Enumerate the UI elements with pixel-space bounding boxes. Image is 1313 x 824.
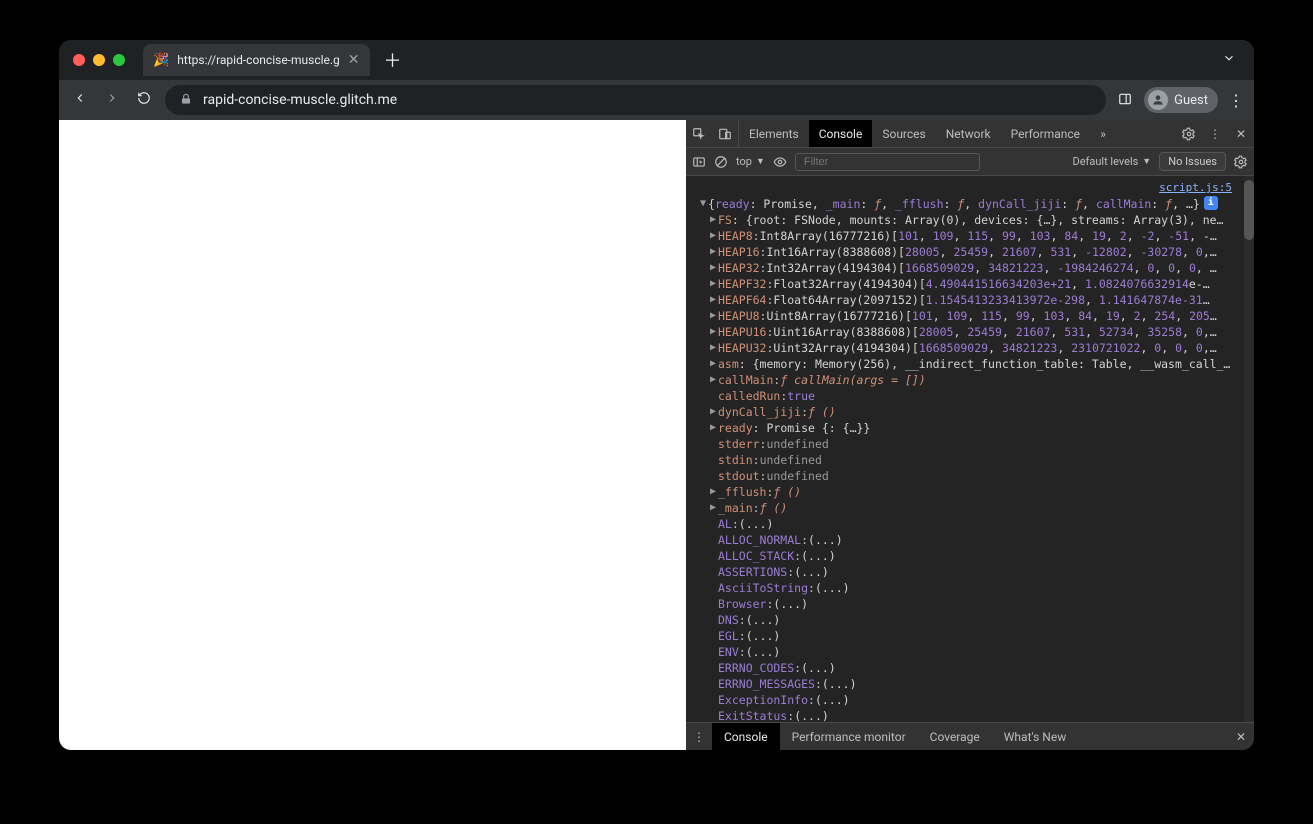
info-badge-icon: i <box>1204 196 1218 210</box>
object-property-row[interactable]: ALLOC_NORMAL: (...) <box>694 532 1244 548</box>
window-controls <box>73 54 125 66</box>
filter-input[interactable] <box>795 153 980 171</box>
live-expression-button[interactable] <box>773 155 787 169</box>
devtools-drawer: ⋮ ConsolePerformance monitorCoverageWhat… <box>686 722 1254 750</box>
inspect-element-button[interactable] <box>686 120 712 147</box>
object-property-row[interactable]: HEAPF32: Float32Array(4194304) [4.490441… <box>694 276 1244 292</box>
browser-tab[interactable]: 🎉 https://rapid-concise-muscle.g ✕ <box>143 44 370 76</box>
object-property-row[interactable]: stderr: undefined <box>694 436 1244 452</box>
drawer-tab-performance-monitor[interactable]: Performance monitor <box>780 723 918 750</box>
browser-window: 🎉 https://rapid-concise-muscle.g ✕ ＋ rap… <box>59 40 1254 750</box>
context-selector[interactable]: top ▼ <box>736 155 765 168</box>
devtools-tab-network[interactable]: Network <box>936 120 1001 147</box>
object-property-row[interactable]: ERRNO_CODES: (...) <box>694 660 1244 676</box>
object-property-row[interactable]: _fflush: ƒ () <box>694 484 1244 500</box>
console-toolbar: top ▼ Default levels ▼ No Issues <box>686 148 1254 176</box>
object-property-row[interactable]: HEAP16: Int16Array(8388608) [28005, 2545… <box>694 244 1244 260</box>
clear-console-button[interactable] <box>714 155 728 169</box>
favicon-icon: 🎉 <box>153 53 169 68</box>
object-property-row[interactable]: ASSERTIONS: (...) <box>694 564 1244 580</box>
object-property-row[interactable]: HEAPU32: Uint32Array(4194304) [166850902… <box>694 340 1244 356</box>
log-levels-selector[interactable]: Default levels ▼ <box>1072 155 1151 168</box>
tab-strip: 🎉 https://rapid-concise-muscle.g ✕ ＋ <box>59 40 1254 80</box>
object-property-row[interactable]: DNS: (...) <box>694 612 1244 628</box>
sidepanel-button[interactable] <box>1116 91 1134 110</box>
avatar-icon <box>1148 90 1168 110</box>
object-property-row[interactable]: AsciiToString: (...) <box>694 580 1244 596</box>
object-property-row[interactable]: callMain: ƒ callMain(args = []) <box>694 372 1244 388</box>
profile-label: Guest <box>1174 93 1208 108</box>
drawer-tab-console[interactable]: Console <box>712 723 780 750</box>
object-property-row[interactable]: EGL: (...) <box>694 628 1244 644</box>
devtools-tab-sources[interactable]: Sources <box>872 120 935 147</box>
devtools-panel: ElementsConsoleSourcesNetworkPerformance… <box>686 120 1254 750</box>
drawer-menu-button[interactable]: ⋮ <box>686 723 712 750</box>
object-property-row[interactable]: stdout: undefined <box>694 468 1244 484</box>
object-property-row[interactable]: FS: {root: FSNode, mounts: Array(0), dev… <box>694 212 1244 228</box>
browser-menu-button[interactable]: ⋮ <box>1228 91 1244 110</box>
drawer-tab-coverage[interactable]: Coverage <box>918 723 992 750</box>
object-property-row[interactable]: HEAPU8: Uint8Array(16777216) [101, 109, … <box>694 308 1244 324</box>
back-button[interactable] <box>69 91 91 109</box>
object-property-row[interactable]: stdin: undefined <box>694 452 1244 468</box>
tab-title: https://rapid-concise-muscle.g <box>177 53 340 67</box>
lock-icon <box>179 92 193 109</box>
console-object-summary[interactable]: {ready: Promise, _main: ƒ, _fflush: ƒ, d… <box>694 196 1244 212</box>
devtools-tab-elements[interactable]: Elements <box>739 120 809 147</box>
scrollbar-thumb[interactable] <box>1244 180 1254 240</box>
object-property-row[interactable]: HEAPU16: Uint16Array(8388608) [28005, 25… <box>694 324 1244 340</box>
forward-button[interactable] <box>101 91 123 109</box>
devtools-tab-console[interactable]: Console <box>809 120 873 147</box>
object-property-row[interactable]: ready: Promise {: {…}} <box>694 420 1244 436</box>
more-tabs-button[interactable]: » <box>1090 120 1116 147</box>
url-text: rapid-concise-muscle.glitch.me <box>203 92 397 108</box>
object-property-row[interactable]: ALLOC_STACK: (...) <box>694 548 1244 564</box>
content-area: ElementsConsoleSourcesNetworkPerformance… <box>59 120 1254 750</box>
object-property-row[interactable]: asm: {memory: Memory(256), __indirect_fu… <box>694 356 1244 372</box>
devtools-close-button[interactable]: ✕ <box>1228 120 1254 147</box>
devtools-tabbar: ElementsConsoleSourcesNetworkPerformance… <box>686 120 1254 148</box>
tab-list-button[interactable] <box>1222 51 1236 69</box>
issues-button[interactable]: No Issues <box>1159 152 1226 171</box>
new-tab-button[interactable]: ＋ <box>384 47 402 73</box>
object-property-row[interactable]: HEAP8: Int8Array(16777216) [101, 109, 11… <box>694 228 1244 244</box>
device-toolbar-button[interactable] <box>712 120 738 147</box>
close-window-button[interactable] <box>73 54 85 66</box>
devtools-menu-button[interactable]: ⋮ <box>1202 120 1228 147</box>
source-link[interactable]: script.js:5 <box>694 180 1244 196</box>
devtools-tab-performance[interactable]: Performance <box>1001 120 1090 147</box>
object-property-row[interactable]: ENV: (...) <box>694 644 1244 660</box>
drawer-tab-what-s-new[interactable]: What's New <box>992 723 1078 750</box>
object-property-row[interactable]: AL: (...) <box>694 516 1244 532</box>
object-property-row[interactable]: ExitStatus: (...) <box>694 708 1244 722</box>
object-property-row[interactable]: _main: ƒ () <box>694 500 1244 516</box>
object-property-row[interactable]: dynCall_jiji: ƒ () <box>694 404 1244 420</box>
profile-button[interactable]: Guest <box>1144 87 1218 113</box>
object-property-row[interactable]: HEAPF64: Float64Array(2097152) [1.154541… <box>694 292 1244 308</box>
object-property-row[interactable]: calledRun: true <box>694 388 1244 404</box>
minimize-window-button[interactable] <box>93 54 105 66</box>
console-output: script.js:5{ready: Promise, _main: ƒ, _f… <box>686 176 1254 722</box>
maximize-window-button[interactable] <box>113 54 125 66</box>
object-property-row[interactable]: ERRNO_MESSAGES: (...) <box>694 676 1244 692</box>
toolbar: rapid-concise-muscle.glitch.me Guest ⋮ <box>59 80 1254 120</box>
close-tab-button[interactable]: ✕ <box>348 52 360 68</box>
page-viewport <box>59 120 686 750</box>
toggle-sidebar-button[interactable] <box>692 155 706 169</box>
object-property-row[interactable]: HEAP32: Int32Array(4194304) [1668509029,… <box>694 260 1244 276</box>
drawer-close-button[interactable]: ✕ <box>1228 723 1254 750</box>
console-settings-button[interactable] <box>1234 155 1248 169</box>
object-property-row[interactable]: ExceptionInfo: (...) <box>694 692 1244 708</box>
object-property-row[interactable]: Browser: (...) <box>694 596 1244 612</box>
scrollbar[interactable] <box>1244 176 1254 722</box>
reload-button[interactable] <box>133 91 155 109</box>
devtools-settings-button[interactable] <box>1176 120 1202 147</box>
omnibox[interactable]: rapid-concise-muscle.glitch.me <box>165 85 1106 115</box>
